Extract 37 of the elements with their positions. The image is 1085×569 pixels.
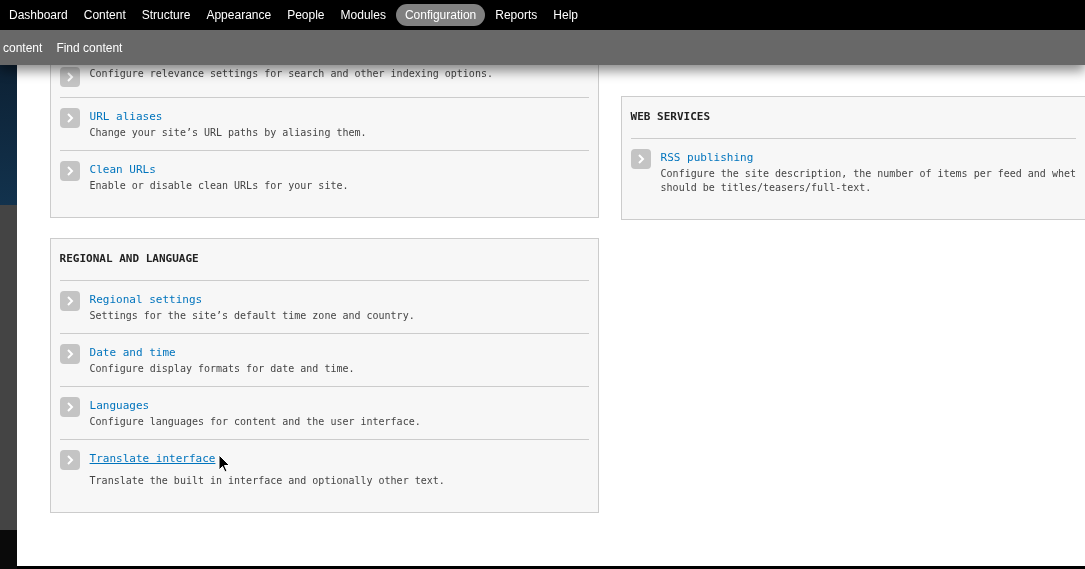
- menu-link[interactable]: People: [281, 4, 331, 26]
- shortcut-link[interactable]: content: [3, 38, 43, 57]
- panel-heading: WEB SERVICES: [630, 97, 1076, 139]
- config-link[interactable]: Date and time: [89, 343, 176, 362]
- chevron-icon: [630, 148, 651, 169]
- chevron-icon: [59, 449, 80, 470]
- config-link[interactable]: Clean URLs: [89, 161, 156, 179]
- chevron-icon: [59, 161, 80, 181]
- panel-heading: REGIONAL AND LANGUAGE: [59, 239, 589, 281]
- chevron-icon: [59, 108, 80, 128]
- menu-link[interactable]: Modules: [334, 4, 392, 26]
- shortcut-link[interactable]: Find content: [56, 38, 123, 57]
- menu-link[interactable]: Help: [547, 4, 584, 26]
- link-description: Change your site’s URL paths by aliasing them.: [89, 126, 367, 140]
- menu-link[interactable]: Reports: [489, 4, 544, 26]
- config-link[interactable]: URL aliases: [89, 108, 163, 126]
- menu-link[interactable]: Structure: [135, 4, 197, 26]
- menu-link[interactable]: Content: [77, 4, 132, 26]
- chevron-icon: [59, 396, 80, 417]
- link-description: Translate the built in interface and optionally other text.: [89, 473, 445, 488]
- chevron-icon: [59, 343, 80, 364]
- chevron-icon: [59, 67, 80, 87]
- menu-link[interactable]: Dashboard: [3, 4, 74, 26]
- link-description: Settings for the site’s default time zone and country.: [89, 308, 415, 323]
- link-description: Enable or disable clean URLs for your site.: [89, 179, 349, 193]
- config-link[interactable]: RSS publishing: [660, 148, 754, 167]
- link-description: Configure relevance settings for search and other indexing options.: [89, 67, 493, 81]
- link-description: Configure display formats for date and time.: [89, 361, 355, 376]
- menu-link[interactable]: Configuration: [395, 4, 486, 26]
- link-description: Configure the site description, the number of items per feed and whet should be titles/teasers/full-text.: [660, 166, 1076, 195]
- mouse-cursor-icon: [218, 453, 232, 474]
- config-link[interactable]: Translate interface: [89, 449, 216, 468]
- menu-link[interactable]: Appearance: [200, 4, 278, 26]
- config-link[interactable]: Languages: [89, 396, 150, 415]
- config-link[interactable]: Regional settings: [89, 290, 203, 309]
- link-description: Configure languages for content and the user interface.: [89, 414, 421, 429]
- chevron-icon: [59, 290, 80, 311]
